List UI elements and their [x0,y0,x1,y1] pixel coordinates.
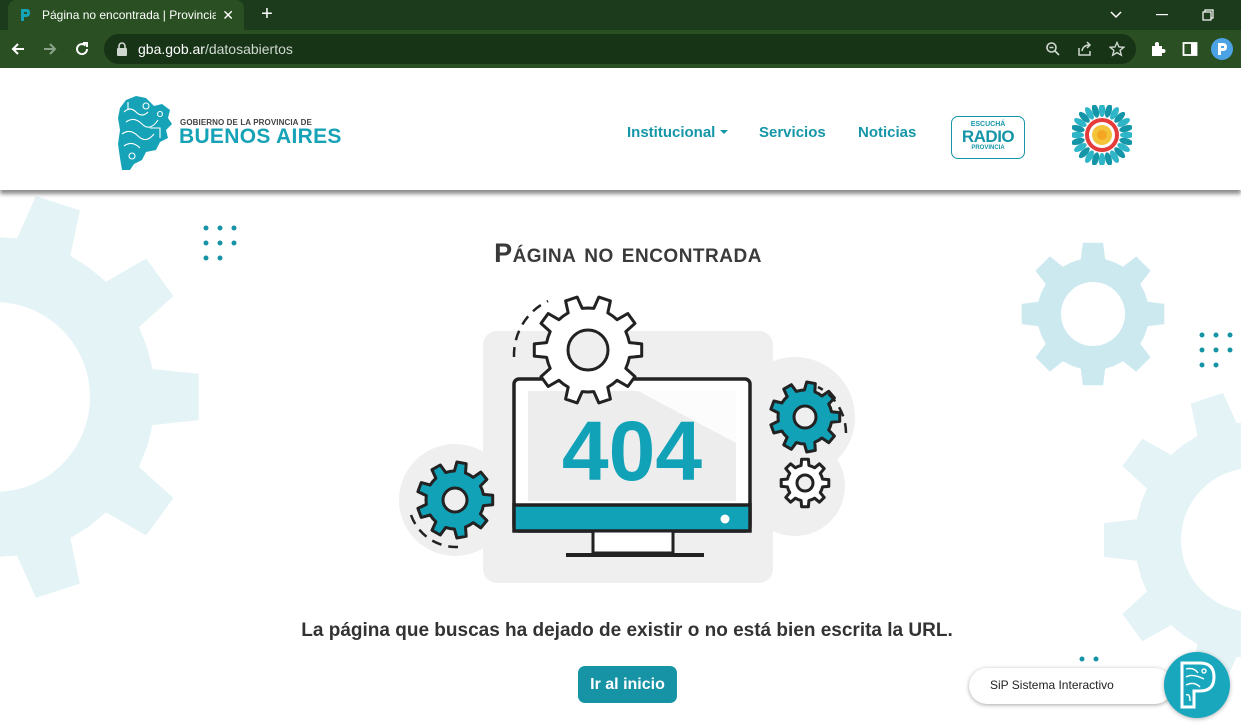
page-title: Página no encontrada [494,238,762,268]
logo-title[interactable]: BUENOS AIRES [179,125,342,149]
browser-tab-active[interactable]: Página no encontrada | Provincia de Buen… [8,0,244,30]
star-icon[interactable] [1108,40,1126,58]
browser-toolbar: gba.gob.ar/datosabiertos [0,30,1241,68]
error-message: La página que buscas ha dejado de existi… [301,620,953,641]
browser-tab-strip: Página no encontrada | Provincia de Buen… [0,0,1241,30]
forward-icon[interactable] [37,36,63,62]
lock-icon[interactable] [116,42,128,61]
gear-icon [1104,393,1241,687]
home-button[interactable]: Ir al inicio [578,666,677,703]
emblem-leaf [1120,131,1134,139]
minimize-button[interactable] [1139,0,1185,30]
url-text: gba.gob.ar/datosabiertos [138,41,293,57]
reload-icon[interactable] [69,36,95,62]
extensions-icon[interactable] [1145,36,1171,62]
emblem-leaf [1098,103,1106,117]
radio-provincia-badge[interactable]: ESCUCHÁ RADIO PROVINCIA [951,116,1025,159]
share-icon[interactable] [1076,40,1094,58]
site-header: GOBIERNO DE LA PROVINCIA DE BUENOS AIRES… [0,68,1241,190]
monitor-icon: 404 [512,377,752,557]
nav-servicios[interactable]: Servicios [759,124,826,141]
nav-label: Institucional [627,124,716,141]
restore-button[interactable] [1185,0,1231,30]
map-logo-icon[interactable] [116,94,176,177]
sidepanel-icon[interactable] [1177,36,1203,62]
radio-line2: RADIO [961,127,1015,146]
back-icon[interactable] [5,36,31,62]
main-content: Página no encontrada 404 La página que b… [0,190,1241,728]
sip-widget-label[interactable]: SiP Sistema Interactivo [969,668,1173,704]
error-code: 404 [562,404,702,498]
zoom-icon[interactable] [1044,40,1062,58]
nav-institucional[interactable]: Institucional [627,124,729,141]
chat-logo-icon [1180,661,1216,709]
profile-icon[interactable] [1209,36,1235,62]
tab-title: Página no encontrada | Provincia de Buen… [42,8,217,22]
emblem-leaf [1098,153,1106,167]
sip-chat-button[interactable] [1164,652,1230,718]
emblem-leaf [1070,131,1084,139]
tab-close-icon[interactable]: ✕ [222,8,234,22]
emblem-icon[interactable] [1070,103,1134,170]
tab-search-icon[interactable] [1093,0,1139,30]
address-bar[interactable]: gba.gob.ar/datosabiertos [104,34,1136,64]
new-tab-button[interactable]: + [256,3,278,25]
favicon-icon [18,8,32,22]
chevron-down-icon [720,129,729,134]
nav-noticias[interactable]: Noticias [858,124,916,141]
error-404-illustration: 404 [398,293,858,588]
